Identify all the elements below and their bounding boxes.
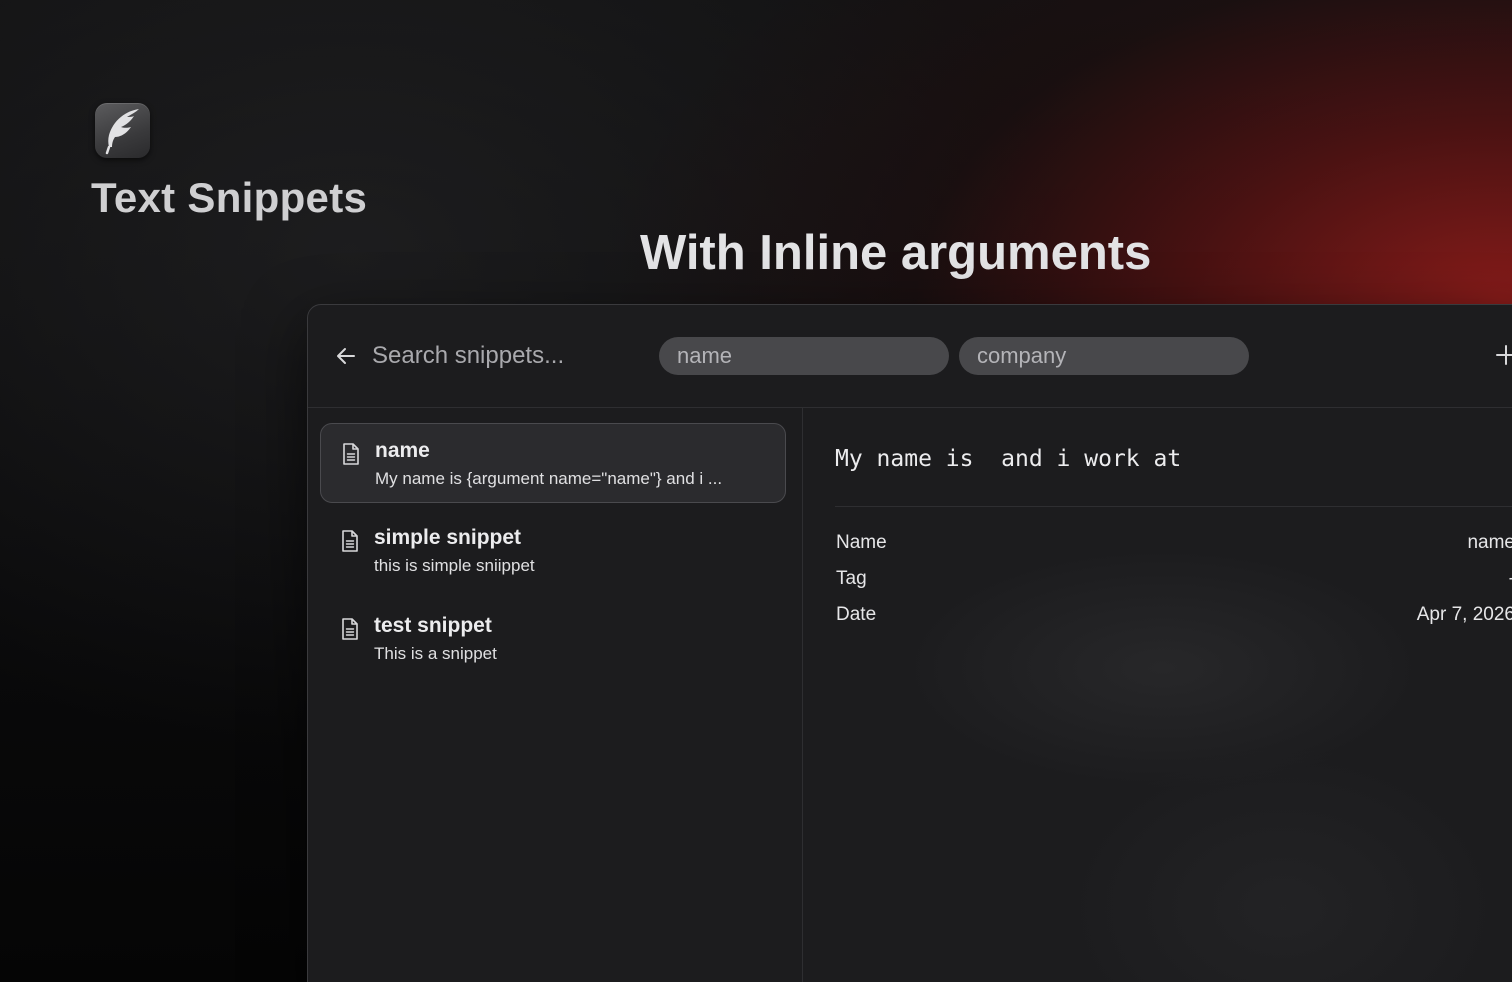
snippets-window: name My name is {argument name="name"} a… (307, 304, 1512, 982)
search-input[interactable] (372, 340, 642, 372)
detail-pane: My name is and i work at Name name Tag -… (803, 408, 1512, 982)
divider (835, 506, 1512, 507)
feather-icon (95, 103, 150, 158)
metadata-label-name: Name (836, 532, 887, 553)
document-icon (342, 618, 358, 640)
item-title: simple snippet (374, 526, 522, 549)
argument-name-input[interactable] (659, 337, 949, 375)
item-title: name (375, 439, 430, 462)
document-icon (343, 443, 359, 465)
item-title: test snippet (374, 614, 492, 637)
item-preview: This is a snippet (374, 644, 497, 663)
snippet-preview: My name is and i work at (835, 446, 1182, 472)
app-stage: Text Snippets With Inline arguments name (0, 0, 1512, 982)
brand-title: Text Snippets (91, 174, 368, 221)
metadata-value-name: name (1467, 532, 1512, 553)
list-item[interactable]: test snippet This is a snippet (320, 599, 786, 679)
arrow-left-icon[interactable] (334, 344, 358, 368)
metadata-value-date: Apr 7, 2026 (1416, 604, 1512, 625)
item-preview: My name is {argument name="name"} and i … (375, 469, 723, 488)
document-icon (342, 530, 358, 552)
metadata-label-tag: Tag (836, 568, 867, 589)
item-preview: this is simple sniippet (374, 556, 535, 575)
search-bar (308, 305, 1512, 408)
snippet-list: name My name is {argument name="name"} a… (308, 408, 803, 982)
list-item[interactable]: simple snippet this is simple sniippet (320, 511, 786, 591)
metadata-label-date: Date (836, 604, 877, 625)
list-item[interactable]: name My name is {argument name="name"} a… (320, 423, 786, 503)
argument-company-input[interactable] (959, 337, 1249, 375)
hero-heading: With Inline arguments (640, 226, 1152, 280)
plus-icon[interactable] (1494, 343, 1512, 367)
